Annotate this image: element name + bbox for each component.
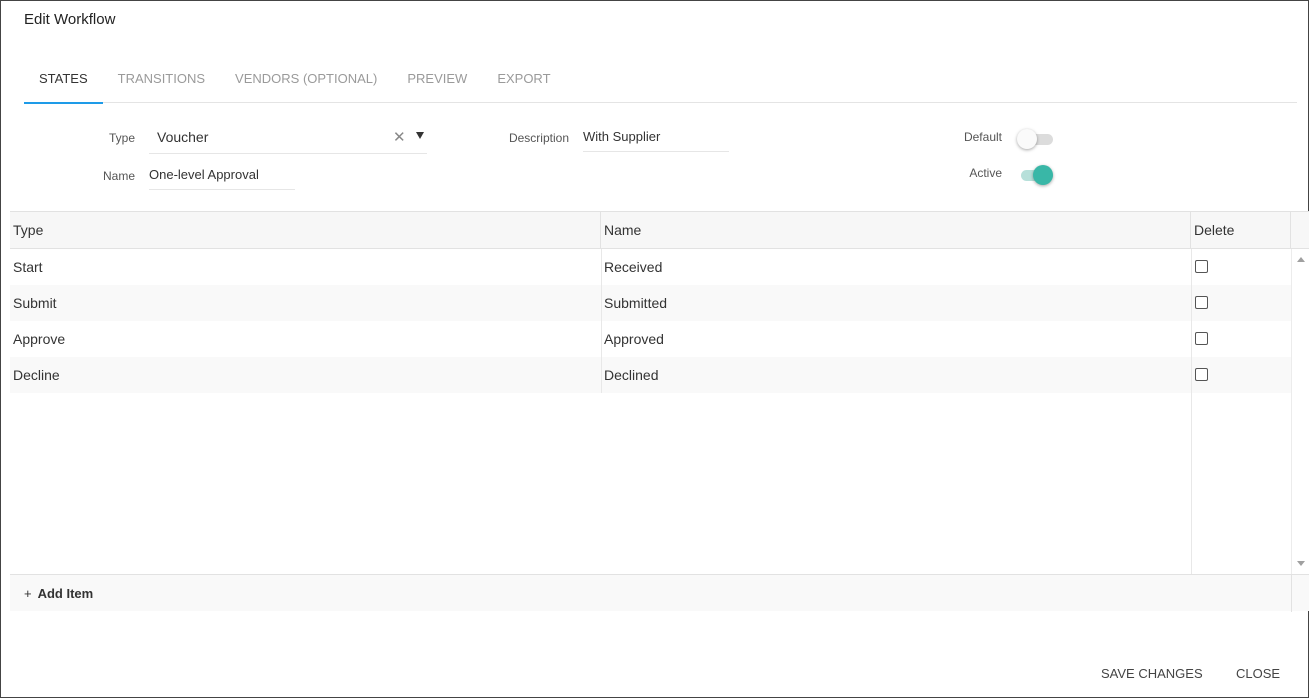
footer-divider <box>1291 575 1292 612</box>
vertical-scrollbar[interactable] <box>1291 249 1309 574</box>
tab-vendors[interactable]: VENDORS (OPTIONAL) <box>220 63 392 103</box>
default-label: Default <box>963 130 1002 144</box>
cell-type[interactable]: Decline <box>10 357 601 393</box>
add-item-button[interactable]: + Add Item <box>24 575 93 612</box>
table-row[interactable]: Submit Submitted <box>10 285 1291 321</box>
add-item-label: Add Item <box>37 586 94 601</box>
save-changes-button[interactable]: SAVE CHANGES <box>1101 663 1203 685</box>
cell-name[interactable]: Declined <box>601 357 1191 393</box>
cell-type[interactable]: Approve <box>10 321 601 357</box>
column-header-name[interactable]: Name <box>601 212 1191 248</box>
table-row[interactable]: Approve Approved <box>10 321 1291 357</box>
toggle-knob <box>1017 129 1037 149</box>
cell-type[interactable]: Submit <box>10 285 601 321</box>
name-label: Name <box>102 169 135 183</box>
type-label: Type <box>108 131 135 145</box>
description-input[interactable]: With Supplier <box>583 126 729 152</box>
scroll-up-arrow-icon[interactable] <box>1297 257 1305 262</box>
column-header-delete[interactable]: Delete <box>1191 212 1291 248</box>
clear-icon[interactable]: ✕ <box>393 128 406 146</box>
active-label: Active <box>969 166 1002 180</box>
tab-preview[interactable]: PREVIEW <box>392 63 482 103</box>
states-grid: Type Name Delete Start Received Submit S… <box>10 211 1309 612</box>
toggle-knob <box>1033 165 1053 185</box>
dialog-title: Edit Workflow <box>24 11 116 28</box>
default-toggle[interactable] <box>1017 129 1053 149</box>
description-label: Description <box>508 131 569 145</box>
close-button[interactable]: CLOSE <box>1236 663 1280 685</box>
tab-transitions[interactable]: TRANSITIONS <box>103 63 220 103</box>
chevron-down-icon[interactable] <box>416 132 424 139</box>
cell-name[interactable]: Received <box>601 249 1191 285</box>
type-select[interactable]: Voucher <box>149 124 427 154</box>
tab-bar: STATES TRANSITIONS VENDORS (OPTIONAL) PR… <box>24 63 1297 104</box>
delete-checkbox[interactable] <box>1195 332 1208 345</box>
cell-type[interactable]: Start <box>10 249 601 285</box>
name-input[interactable]: One-level Approval <box>149 164 295 190</box>
active-toggle[interactable] <box>1017 165 1053 185</box>
scroll-down-arrow-icon[interactable] <box>1297 561 1305 566</box>
grid-footer: + Add Item <box>10 574 1309 612</box>
cell-name[interactable]: Approved <box>601 321 1191 357</box>
column-header-type[interactable]: Type <box>10 212 601 248</box>
delete-checkbox[interactable] <box>1195 260 1208 273</box>
table-row[interactable]: Decline Declined <box>10 357 1291 393</box>
tab-states[interactable]: STATES <box>24 63 103 104</box>
grid-header: Type Name Delete <box>10 212 1309 249</box>
delete-checkbox[interactable] <box>1195 368 1208 381</box>
column-divider <box>1191 249 1192 574</box>
tab-export[interactable]: EXPORT <box>482 63 565 103</box>
plus-icon: + <box>24 586 32 601</box>
column-divider <box>601 249 602 393</box>
edit-workflow-dialog: Edit Workflow STATES TRANSITIONS VENDORS… <box>0 0 1309 698</box>
table-row[interactable]: Start Received <box>10 249 1291 285</box>
cell-name[interactable]: Submitted <box>601 285 1191 321</box>
delete-checkbox[interactable] <box>1195 296 1208 309</box>
